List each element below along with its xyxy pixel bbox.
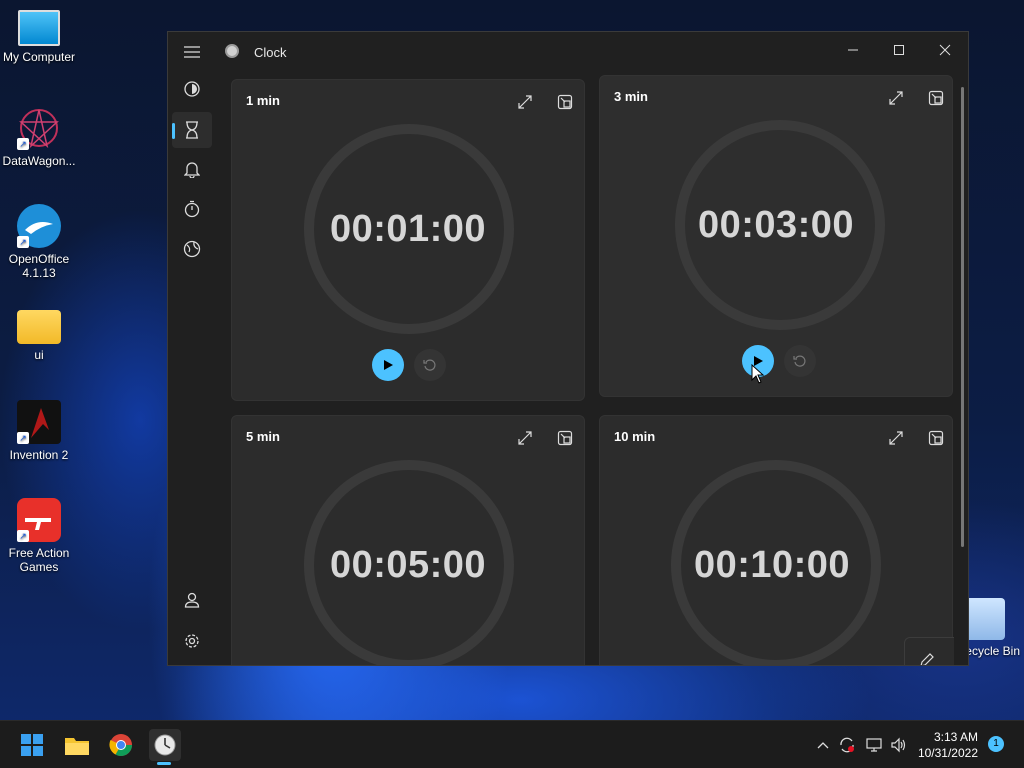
folder-icon — [65, 738, 89, 755]
timer-card[interactable]: 10 min 00:10:00 — [599, 415, 953, 665]
menu-icon[interactable] — [172, 34, 212, 70]
timer-name: 10 min — [614, 429, 656, 444]
sync-icon — [840, 737, 854, 753]
active-app-indicator — [157, 762, 171, 765]
chrome-icon — [109, 734, 132, 756]
expand-icon[interactable] — [511, 424, 539, 452]
file-explorer-button[interactable] — [61, 729, 93, 761]
keep-on-top-icon[interactable] — [922, 424, 950, 452]
timer-display: 00:03:00 — [697, 204, 855, 246]
account-icon[interactable] — [172, 582, 212, 618]
speaker-icon — [891, 737, 906, 753]
clock-icon — [154, 734, 176, 756]
chrome-button[interactable] — [105, 729, 137, 761]
clock-time: 3:13 AM — [933, 730, 978, 744]
windows-icon — [21, 734, 43, 756]
expand-icon[interactable] — [882, 424, 910, 452]
reset-icon — [423, 359, 436, 371]
recycle-bin-icon — [965, 598, 1005, 640]
pencil-icon — [920, 653, 934, 665]
nav-rail — [168, 32, 214, 665]
minimize-button[interactable] — [830, 32, 876, 68]
expand-icon[interactable] — [882, 84, 910, 112]
window-title: Clock — [254, 45, 287, 60]
world-clock-icon[interactable] — [172, 231, 212, 267]
desktop-icon-label: Free Action Games — [8, 546, 70, 574]
settings-icon[interactable] — [172, 623, 212, 659]
focus-sessions-icon[interactable] — [172, 71, 212, 107]
show-hidden-icons-button[interactable] — [813, 735, 833, 755]
timer-name: 3 min — [614, 89, 648, 104]
desktop-icon-invention2[interactable]: ↗ Invention 2 — [0, 400, 78, 462]
timer-display: 00:10:00 — [693, 544, 851, 586]
clock-taskbar-button[interactable] — [149, 729, 181, 761]
edit-add-toolbar — [904, 637, 954, 665]
reset-button[interactable] — [784, 345, 816, 377]
desktop-icon-my-computer[interactable]: My Computer — [0, 10, 78, 64]
desktop-icon-openoffice[interactable]: ↗ OpenOffice 4.1.13 — [0, 204, 78, 280]
timer-card[interactable]: 1 min 00:01:00 — [231, 79, 585, 401]
keep-on-top-icon[interactable] — [551, 424, 579, 452]
title-bar[interactable]: Clock — [168, 32, 968, 70]
stopwatch-icon[interactable] — [172, 191, 212, 227]
timer-name: 5 min — [246, 429, 280, 444]
desktop-icon-ui-folder[interactable]: ui — [0, 304, 78, 362]
mouse-cursor-icon — [751, 364, 765, 384]
desktop-icon-datawagon[interactable]: ↗ DataWagon... — [0, 106, 78, 168]
notification-badge[interactable]: 1 — [988, 736, 1004, 752]
monitor-icon — [18, 10, 60, 46]
openoffice-icon: ↗ — [17, 204, 61, 248]
maximize-button[interactable] — [876, 32, 922, 68]
start-button[interactable] — [16, 729, 48, 761]
expand-icon[interactable] — [511, 88, 539, 116]
desktop-icon-free-action-games[interactable]: ↗ Free Action Games — [0, 498, 78, 574]
desktop-icon-label: DataWagon... — [2, 154, 76, 168]
timer-card[interactable]: 5 min 00:05:00 — [231, 415, 585, 665]
timer-icon[interactable] — [172, 112, 212, 148]
network-button[interactable] — [864, 735, 884, 755]
desktop-icon-label: OpenOffice 4.1.13 — [8, 252, 70, 280]
edit-button[interactable] — [919, 652, 935, 665]
taskbar: 3:13 AM 10/31/2022 1 — [0, 720, 1024, 768]
clock-window: Clock 1 min 00:01:00 3 min 00:03:00 5 mi… — [167, 31, 969, 666]
reset-icon — [793, 355, 806, 367]
sync-status-button[interactable] — [837, 735, 857, 755]
close-button[interactable] — [922, 32, 968, 68]
clock-icon — [225, 44, 239, 58]
active-nav-indicator — [172, 123, 175, 139]
desktop-icon-label: Invention 2 — [9, 448, 69, 462]
folder-icon — [17, 310, 61, 344]
clock-date: 10/31/2022 — [917, 746, 978, 760]
scrollbar[interactable] — [961, 87, 964, 547]
timer-card[interactable]: 3 min 00:03:00 — [599, 75, 953, 397]
alarm-icon[interactable] — [172, 151, 212, 187]
games-icon: ↗ — [17, 498, 61, 542]
desktop-icon-label: My Computer — [2, 50, 76, 64]
volume-button[interactable] — [889, 735, 909, 755]
timer-display: 00:05:00 — [329, 544, 487, 586]
invention-icon: ↗ — [17, 400, 61, 444]
play-icon — [384, 360, 393, 370]
play-button[interactable] — [372, 349, 404, 381]
keep-on-top-icon[interactable] — [551, 88, 579, 116]
desktop-icon-label: ui — [34, 348, 44, 362]
keep-on-top-icon[interactable] — [922, 84, 950, 112]
timers-grid: 1 min 00:01:00 3 min 00:03:00 5 min 00:0… — [214, 70, 954, 665]
timer-display: 00:01:00 — [329, 208, 487, 250]
reset-button[interactable] — [414, 349, 446, 381]
datawagon-icon: ↗ — [17, 106, 61, 150]
chevron-up-icon — [817, 742, 829, 749]
system-clock[interactable]: 3:13 AM 10/31/2022 — [918, 729, 978, 761]
timer-name: 1 min — [246, 93, 280, 108]
network-icon — [866, 738, 882, 752]
